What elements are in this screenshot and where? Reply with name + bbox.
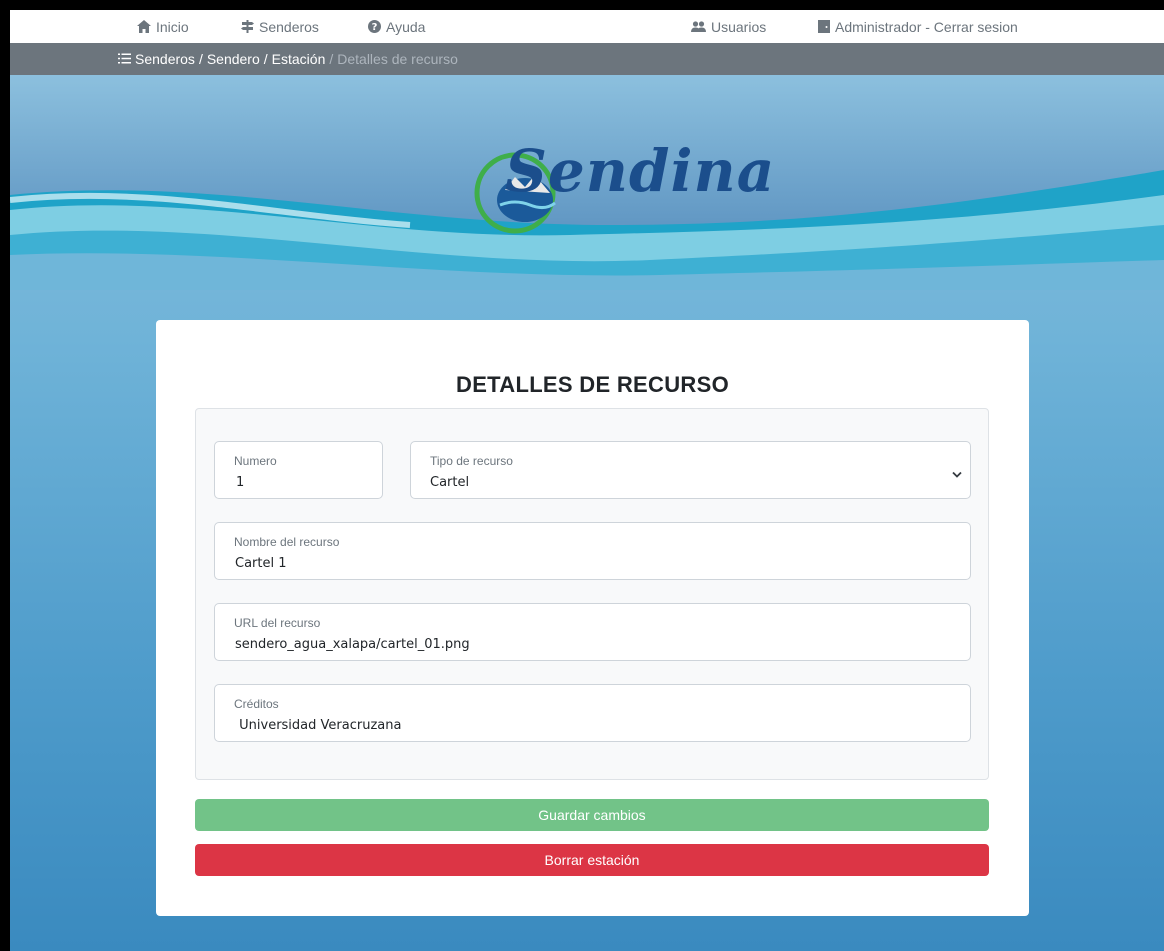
nav-senderos[interactable]: Senderos [241, 10, 319, 43]
page-title: DETALLES DE RECURSO [456, 372, 729, 397]
nav-usuarios[interactable]: Usuarios [691, 10, 766, 43]
breadcrumb-senderos[interactable]: Senderos [135, 51, 195, 67]
nav-inicio-label: Inicio [156, 18, 189, 35]
nav-ayuda-label: Ayuda [386, 18, 426, 35]
breadcrumb-current: Detalles de recurso [337, 51, 458, 67]
creditos-label: Créditos [234, 697, 279, 711]
breadcrumb-separator: / [263, 51, 268, 67]
numero-label: Numero [234, 454, 277, 468]
nombre-recurso-value: Cartel 1 [235, 556, 287, 571]
nav-admin-label: Administrador - Cerrar sesion [835, 18, 1018, 35]
logo-text: Sendina [505, 137, 776, 205]
save-changes-button[interactable]: Guardar cambios [195, 799, 989, 831]
nombre-recurso-label: Nombre del recurso [234, 535, 340, 549]
question-circle-icon: ? [368, 20, 381, 33]
breadcrumb-separator: / [329, 51, 334, 67]
top-navbar: Inicio Senderos ? Ayuda Usuarios Adminis… [10, 10, 1164, 43]
url-recurso-value: sendero_agua_xalapa/cartel_01.png [235, 637, 470, 652]
url-recurso-label: URL del recurso [234, 616, 321, 630]
users-icon [691, 20, 706, 33]
delete-station-button[interactable]: Borrar estación [195, 844, 989, 876]
tipo-recurso-select[interactable]: Tipo de recurso Cartel [410, 441, 971, 499]
creditos-field[interactable]: Créditos Universidad Veracruzana [214, 684, 971, 742]
numero-field[interactable]: Numero 1 [214, 441, 383, 499]
svg-text:?: ? [372, 22, 378, 33]
nav-ayuda[interactable]: ? Ayuda [368, 10, 425, 43]
nav-admin-logout[interactable]: Administrador - Cerrar sesion [818, 10, 1018, 43]
app-frame: Inicio Senderos ? Ayuda Usuarios Adminis… [10, 10, 1164, 951]
signpost-icon [241, 20, 254, 33]
creditos-value: Universidad Veracruzana [235, 718, 402, 733]
url-recurso-field[interactable]: URL del recurso sendero_agua_xalapa/cart… [214, 603, 971, 661]
resource-form: Numero 1 Tipo de recurso Cartel Nombre d… [195, 408, 989, 780]
nav-senderos-label: Senderos [259, 18, 319, 35]
tipo-recurso-label: Tipo de recurso [430, 454, 513, 468]
breadcrumb-separator: / [198, 51, 203, 67]
breadcrumb-sendero[interactable]: Sendero [207, 51, 260, 67]
numero-value: 1 [236, 475, 245, 490]
breadcrumb-estacion[interactable]: Estación [272, 51, 326, 67]
resource-details-card: DETALLES DE RECURSO Numero 1 Tipo de rec… [156, 320, 1029, 916]
chevron-down-icon [952, 466, 962, 484]
breadcrumb: Senderos / Sendero / Estación / Detalles… [10, 43, 1164, 75]
tipo-recurso-value: Cartel [430, 475, 470, 490]
list-icon [118, 51, 131, 67]
nav-usuarios-label: Usuarios [711, 18, 767, 35]
nombre-recurso-field[interactable]: Nombre del recurso Cartel 1 [214, 522, 971, 580]
door-icon [818, 20, 830, 33]
hero-banner: Sendina [10, 75, 1164, 290]
nav-inicio[interactable]: Inicio [137, 10, 189, 43]
home-icon [137, 20, 151, 33]
